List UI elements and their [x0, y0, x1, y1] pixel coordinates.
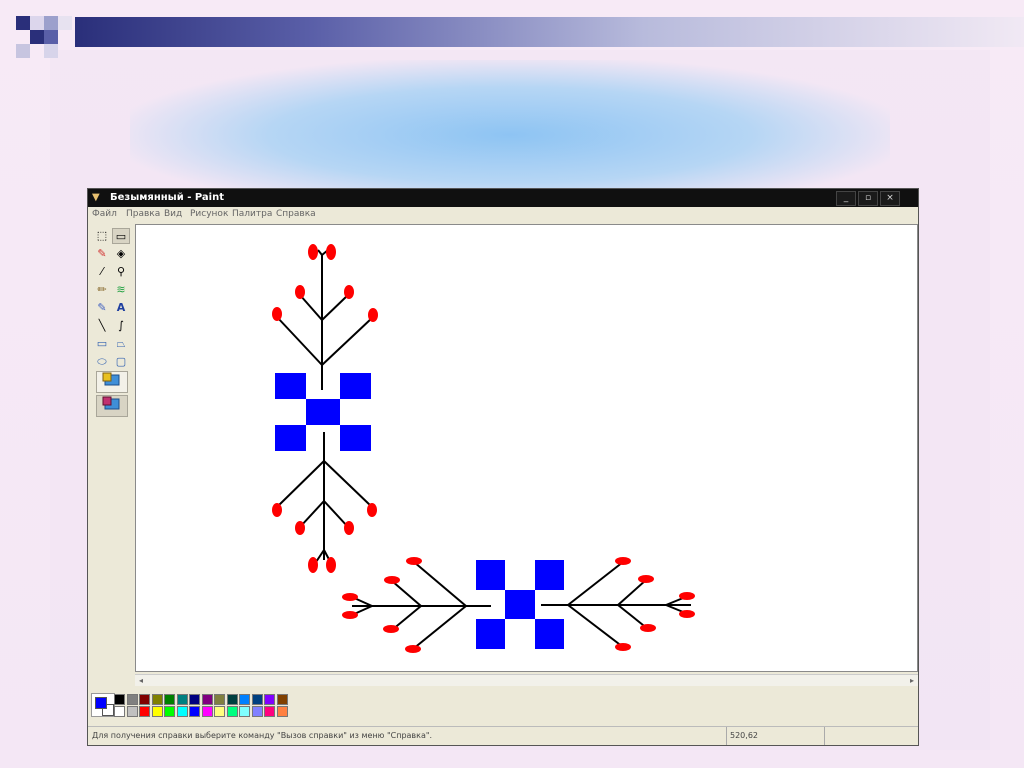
slide-deco-square — [44, 44, 58, 58]
drawing-canvas[interactable] — [135, 224, 918, 672]
menu-file[interactable]: Файл — [92, 207, 117, 221]
palette-swatch[interactable] — [164, 706, 175, 717]
text-icon[interactable]: A — [112, 300, 130, 316]
polygon-icon[interactable]: ⏢ — [112, 336, 130, 352]
palette-swatch[interactable] — [114, 706, 125, 717]
fill-style-outline-icon — [102, 372, 120, 386]
foreground-color — [95, 697, 107, 709]
minimize-button[interactable]: _ — [836, 191, 856, 206]
free-select-icon[interactable]: ⬚ — [93, 228, 111, 244]
palette-swatch[interactable] — [201, 694, 213, 705]
menu-help[interactable]: Справка — [276, 207, 316, 221]
toolbox: ⬚ ▭ ✎ ◈ ⁄ ⚲ ✏ ≋ ✎ A ╲ ∫ ▭ ⏢ ⬭ ▢ — [90, 223, 134, 675]
palette-swatch[interactable] — [139, 706, 150, 717]
paint-window: ▼ Безымянный - Paint _ ▫ × Файл Правка В… — [87, 188, 919, 746]
zoom-icon[interactable]: ⚲ — [112, 264, 130, 280]
menu-image[interactable]: Рисунок — [190, 207, 228, 221]
palette-swatch[interactable] — [264, 694, 275, 705]
window-title: Безымянный - Paint — [110, 192, 224, 203]
color-picker-icon[interactable]: ⁄ — [93, 264, 111, 280]
ornament-top-berries — [272, 244, 378, 322]
ornament-bottom-branch — [276, 432, 373, 566]
color-palette — [88, 688, 918, 724]
palette-swatch[interactable] — [214, 694, 225, 705]
slide-deco-square — [44, 30, 58, 44]
fill-style-filled-icon — [102, 396, 120, 410]
palette-swatch[interactable] — [239, 694, 250, 705]
fill-icon[interactable]: ◈ — [112, 246, 130, 262]
palette-swatch[interactable] — [139, 694, 150, 705]
line-icon[interactable]: ╲ — [93, 318, 111, 334]
rectangle-icon[interactable]: ▭ — [93, 336, 111, 352]
ellipse-icon[interactable]: ⬭ — [93, 354, 111, 370]
menu-bar: Файл Правка Вид Рисунок Палитра Справка — [88, 207, 918, 221]
eraser-icon[interactable]: ✎ — [93, 246, 111, 262]
paint-app-icon: ▼ — [92, 192, 100, 203]
close-button[interactable]: × — [880, 191, 900, 206]
maximize-button[interactable]: ▫ — [858, 191, 878, 206]
palette-swatch[interactable] — [189, 706, 200, 717]
scroll-right-icon[interactable]: ▸ — [906, 675, 918, 686]
pencil-icon[interactable]: ✏ — [93, 282, 111, 298]
palette-swatch[interactable] — [276, 694, 288, 705]
palette-swatch[interactable] — [239, 706, 250, 717]
menu-edit[interactable]: Правка — [126, 207, 160, 221]
palette-swatch[interactable] — [126, 706, 138, 717]
status-help-text: Для получения справки выберите команду "… — [92, 731, 433, 740]
palette-swatch[interactable] — [151, 706, 163, 717]
palette-swatch[interactable] — [251, 706, 263, 717]
palette-swatch[interactable] — [176, 706, 188, 717]
rect-select-icon[interactable]: ▭ — [112, 228, 130, 244]
slide-deco-square — [30, 30, 44, 44]
palette-swatch[interactable] — [151, 694, 163, 705]
scroll-left-icon[interactable]: ◂ — [135, 675, 147, 686]
slide-deco-square — [16, 44, 30, 58]
status-bar: Для получения справки выберите команду "… — [88, 726, 918, 745]
status-coords: 520,62 — [726, 727, 825, 745]
palette-swatch[interactable] — [189, 694, 200, 705]
slide-deco-square — [30, 16, 44, 30]
airbrush-icon[interactable]: ✎ — [93, 300, 111, 316]
menu-view[interactable]: Вид — [164, 207, 182, 221]
slide-deco-square — [44, 16, 58, 30]
palette-swatch[interactable] — [114, 694, 125, 705]
palette-swatch[interactable] — [164, 694, 175, 705]
brush-icon[interactable]: ≋ — [112, 282, 130, 298]
ornament-top-branch — [276, 249, 373, 390]
palette-swatch[interactable] — [264, 706, 275, 717]
palette-swatch[interactable] — [126, 694, 138, 705]
palette-swatch[interactable] — [201, 706, 213, 717]
ornament-left-branch — [351, 561, 491, 650]
current-colors[interactable] — [91, 693, 115, 717]
palette-swatch[interactable] — [251, 694, 263, 705]
rounded-rect-icon[interactable]: ▢ — [112, 354, 130, 370]
palette-swatch[interactable] — [214, 706, 225, 717]
palette-swatch[interactable] — [226, 694, 238, 705]
horizontal-scrollbar[interactable]: ◂ ▸ — [135, 674, 918, 686]
fill-option-filled[interactable] — [96, 395, 128, 417]
palette-swatch[interactable] — [176, 694, 188, 705]
palette-swatch[interactable] — [226, 706, 238, 717]
curve-icon[interactable]: ∫ — [112, 318, 130, 334]
slide-header-bar — [75, 17, 1024, 47]
slide-deco-square — [16, 16, 30, 30]
title-bar: ▼ Безымянный - Paint _ ▫ × — [88, 189, 918, 207]
fill-option-outline[interactable] — [96, 371, 128, 393]
slide-deco-square — [58, 16, 72, 30]
palette-swatch[interactable] — [276, 706, 288, 717]
menu-palette[interactable]: Палитра — [232, 207, 272, 221]
canvas-drawing — [272, 244, 695, 653]
